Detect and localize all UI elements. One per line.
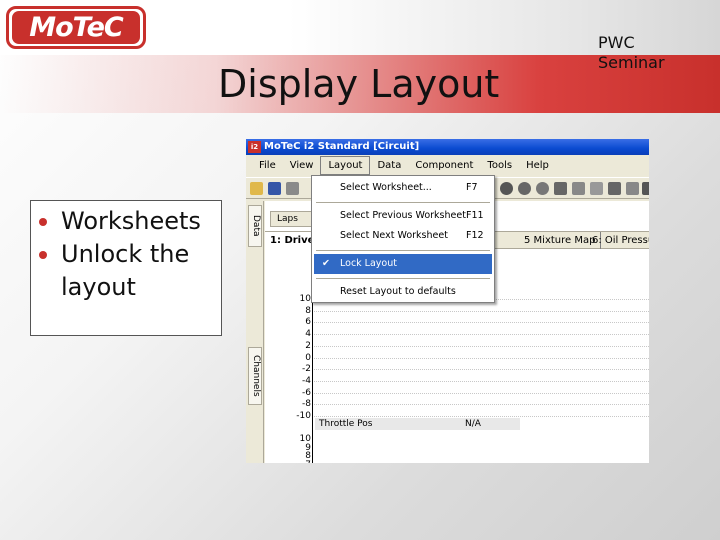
menu-item-label: Lock Layout bbox=[340, 258, 397, 269]
bullet-text: Unlock the layout bbox=[61, 240, 190, 301]
bullet-dot-icon bbox=[39, 218, 47, 226]
grid-line bbox=[314, 392, 649, 394]
stop-icon[interactable] bbox=[608, 182, 621, 195]
layout-menu-dropdown: Select Worksheet... F7 Select Previous W… bbox=[311, 175, 495, 303]
bullet-list: Worksheets Unlock the layout bbox=[30, 200, 222, 336]
menu-item-select-previous-worksheet[interactable]: Select Previous Worksheet F11 bbox=[314, 206, 492, 226]
menu-item-label: Select Previous Worksheet bbox=[340, 210, 466, 221]
y-tick-label: 4 bbox=[305, 329, 311, 340]
y-tick-label: 8 bbox=[305, 305, 311, 316]
menu-file[interactable]: File bbox=[252, 157, 283, 174]
menu-help[interactable]: Help bbox=[519, 157, 556, 174]
seminar-label: PWC Seminar bbox=[598, 33, 708, 73]
menu-item-reset-layout[interactable]: Reset Layout to defaults bbox=[314, 282, 492, 302]
grid-line bbox=[314, 334, 649, 336]
menu-bar: File View Layout Data Component Tools He… bbox=[246, 156, 649, 175]
open-folder-icon[interactable] bbox=[250, 182, 263, 195]
menu-component[interactable]: Component bbox=[408, 157, 480, 174]
menu-separator bbox=[316, 250, 490, 251]
y-tick-label: 0 bbox=[305, 352, 311, 363]
menu-item-label: Select Worksheet... bbox=[340, 182, 432, 193]
laps-tab[interactable]: Laps bbox=[270, 211, 312, 227]
menu-item-shortcut: F12 bbox=[466, 230, 484, 241]
y-tick-label: -10 bbox=[296, 411, 311, 421]
menu-item-select-next-worksheet[interactable]: Select Next Worksheet F12 bbox=[314, 226, 492, 246]
grid-line bbox=[314, 322, 649, 324]
record-icon[interactable] bbox=[518, 182, 531, 195]
seminar-label-line1: PWC bbox=[598, 33, 635, 52]
checkmark-icon: ✔ bbox=[322, 258, 330, 269]
logo-text: MoTeC bbox=[12, 11, 140, 44]
data-side-tab[interactable]: Data bbox=[248, 205, 262, 247]
slide-title: Display Layout bbox=[218, 62, 500, 106]
menu-separator bbox=[316, 278, 490, 279]
grid-line bbox=[314, 369, 649, 371]
menu-tools[interactable]: Tools bbox=[480, 157, 519, 174]
trace-value: N/A bbox=[465, 419, 481, 429]
bullet-text: Worksheets bbox=[61, 207, 201, 235]
menu-item-shortcut: F7 bbox=[466, 182, 478, 193]
y-tick-label: -2 bbox=[302, 364, 311, 375]
y-tick-label: -6 bbox=[302, 387, 311, 398]
grid-line bbox=[314, 380, 649, 382]
bullet-item: Unlock the layout bbox=[37, 238, 221, 304]
menu-item-lock-layout[interactable]: ✔ Lock Layout bbox=[314, 254, 492, 274]
y-tick-label: 10 bbox=[299, 294, 311, 304]
motec-logo: MoTeC bbox=[6, 6, 146, 49]
channels-side-tab[interactable]: Channels bbox=[248, 347, 262, 405]
menu-item-label: Reset Layout to defaults bbox=[340, 286, 456, 297]
menu-item-label: Select Next Worksheet bbox=[340, 230, 448, 241]
y-axis bbox=[312, 299, 313, 463]
grid-line bbox=[314, 345, 649, 347]
bullet-item: Worksheets bbox=[37, 205, 221, 238]
window-title: MoTeC i2 Standard [Circuit] bbox=[264, 141, 420, 152]
menu-item-select-worksheet[interactable]: Select Worksheet... F7 bbox=[314, 178, 492, 198]
component-icon[interactable] bbox=[554, 182, 567, 195]
bullet-dot-icon bbox=[39, 251, 47, 259]
grid-line bbox=[314, 310, 649, 312]
grid-icon[interactable] bbox=[572, 182, 585, 195]
overlay-icon[interactable] bbox=[536, 182, 549, 195]
toolbar-tool-icon[interactable] bbox=[286, 182, 299, 195]
y-tick-label: -4 bbox=[302, 375, 311, 386]
menu-layout[interactable]: Layout bbox=[320, 156, 371, 175]
grid-line bbox=[314, 416, 649, 417]
i2-app-icon: i2 bbox=[248, 141, 261, 153]
trace-header: Throttle Pos N/A bbox=[315, 418, 520, 430]
y-tick-label: -8 bbox=[302, 399, 311, 410]
info-icon[interactable] bbox=[500, 182, 513, 195]
menu-data[interactable]: Data bbox=[370, 157, 408, 174]
window-title-bar: i2 MoTeC i2 Standard [Circuit] bbox=[246, 139, 649, 155]
y-tick-label: 2 bbox=[305, 340, 311, 351]
menu-separator bbox=[316, 202, 490, 203]
side-panel: Data Channels bbox=[246, 201, 264, 463]
grid-line bbox=[314, 357, 649, 359]
trace-label: Throttle Pos bbox=[319, 419, 373, 429]
y-tick-label: 6 bbox=[305, 317, 311, 328]
grid-line bbox=[314, 404, 649, 406]
tab-oil-pressure[interactable]: 6: Oil Pressure bbox=[587, 232, 649, 249]
seminar-label-line2: Seminar bbox=[598, 53, 665, 72]
cursor-icon[interactable] bbox=[590, 182, 603, 195]
menu-item-shortcut: F11 bbox=[466, 210, 484, 221]
save-icon[interactable] bbox=[268, 182, 281, 195]
menu-view[interactable]: View bbox=[283, 157, 321, 174]
zoom-icon[interactable] bbox=[626, 182, 639, 195]
y-tick-label: 7 bbox=[289, 460, 311, 464]
play-icon[interactable] bbox=[642, 182, 649, 195]
